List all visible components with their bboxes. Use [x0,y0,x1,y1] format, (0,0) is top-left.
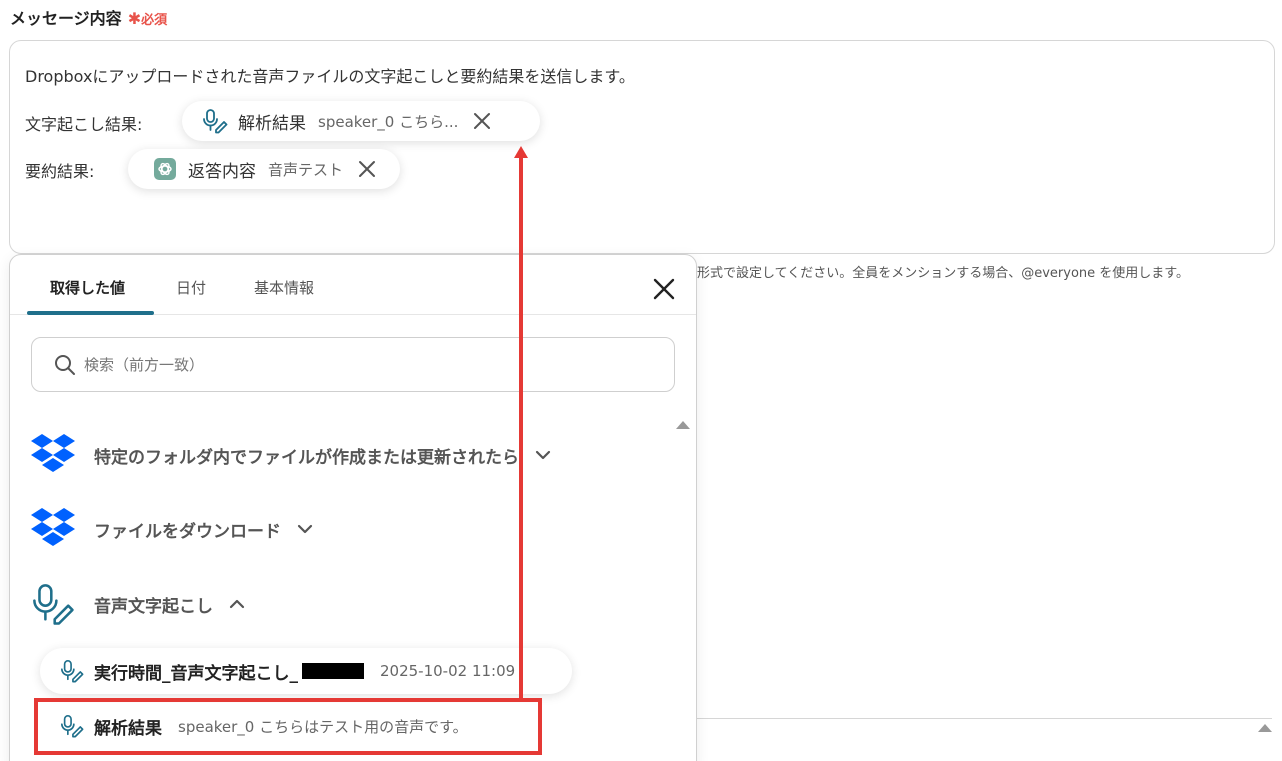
item-title: 実行時間_音声文字起こし_ [94,663,298,684]
group-dropbox-trigger[interactable]: 特定のフォルダ内でファイルが作成または更新されたら [30,430,551,480]
message-line-summary-label: 要約結果: [25,162,95,181]
redaction-bar [302,663,364,679]
close-icon[interactable] [357,159,377,179]
search-input[interactable] [84,352,644,378]
item-value: 2025-10-02 11:09 [380,662,516,680]
value-picker-popup: 取得した値 日付 基本情報 特定のフォルダ内でファイルが作成または更新されたら [9,254,697,761]
variable-chip-response-content[interactable]: 返答内容 音声テスト [128,149,400,189]
help-text: 形式で設定してください。全員をメンションする場合、@everyone を使用しま… [697,266,1189,281]
chip-title: 返答内容 [188,161,256,182]
tab-acquired-values[interactable]: 取得した値 [50,277,125,298]
message-editor[interactable]: Dropboxにアップロードされた音声ファイルの文字起こしと要約結果を送信します… [9,40,1275,254]
message-line-transcript-label: 文字起こし結果: [25,115,143,134]
field-label: メッセージ内容 ✱必須 [10,5,167,29]
required-star: ✱ [127,9,142,28]
close-icon[interactable] [650,275,678,303]
mic-pen-icon [202,108,228,134]
search-field[interactable] [31,337,675,392]
annotation-highlight-box [34,698,542,755]
group-label: ファイルをダウンロード [94,521,281,542]
group-transcription[interactable]: 音声文字起こし [30,579,245,629]
active-tab-indicator [27,311,154,315]
scroll-up-arrow[interactable] [676,421,690,429]
scroll-up-arrow[interactable] [1258,724,1272,732]
dropbox-icon [30,506,76,552]
tab-basic-info[interactable]: 基本情報 [254,277,314,298]
annotation-arrow-line [519,157,523,698]
group-label: 特定のフォルダ内でファイルが作成または更新されたら [94,447,519,468]
dropbox-icon [30,432,76,478]
variable-chip-analysis-result[interactable]: 解析結果 speaker_0 こちら... [182,101,540,141]
chevron-down-icon [535,446,551,465]
mic-pen-icon [30,581,76,627]
chip-subtitle: speaker_0 こちら... [318,112,459,131]
chevron-up-icon [229,595,245,614]
annotation-arrow-head [514,146,528,158]
picker-tabs: 取得した値 日付 基本情報 [10,255,696,315]
search-icon [54,354,76,380]
tab-date[interactable]: 日付 [176,277,206,298]
list-item-execution-time[interactable]: 実行時間_音声文字起こし_ 2025-10-02 11:09 [40,648,572,694]
field-label-text: メッセージ内容 [10,9,122,28]
openai-icon [152,156,178,182]
message-line-intro: Dropboxにアップロードされた音声ファイルの文字起こしと要約結果を送信します… [25,67,635,86]
chevron-down-icon [297,520,313,539]
chip-subtitle: 音声テスト [268,160,344,179]
group-dropbox-download[interactable]: ファイルをダウンロード [30,504,313,554]
chip-title: 解析結果 [238,113,306,134]
mic-pen-icon [60,659,84,683]
group-label: 音声文字起こし [94,596,213,617]
required-text: 必須 [141,13,168,28]
divider [697,718,1272,719]
close-icon[interactable] [472,111,492,131]
